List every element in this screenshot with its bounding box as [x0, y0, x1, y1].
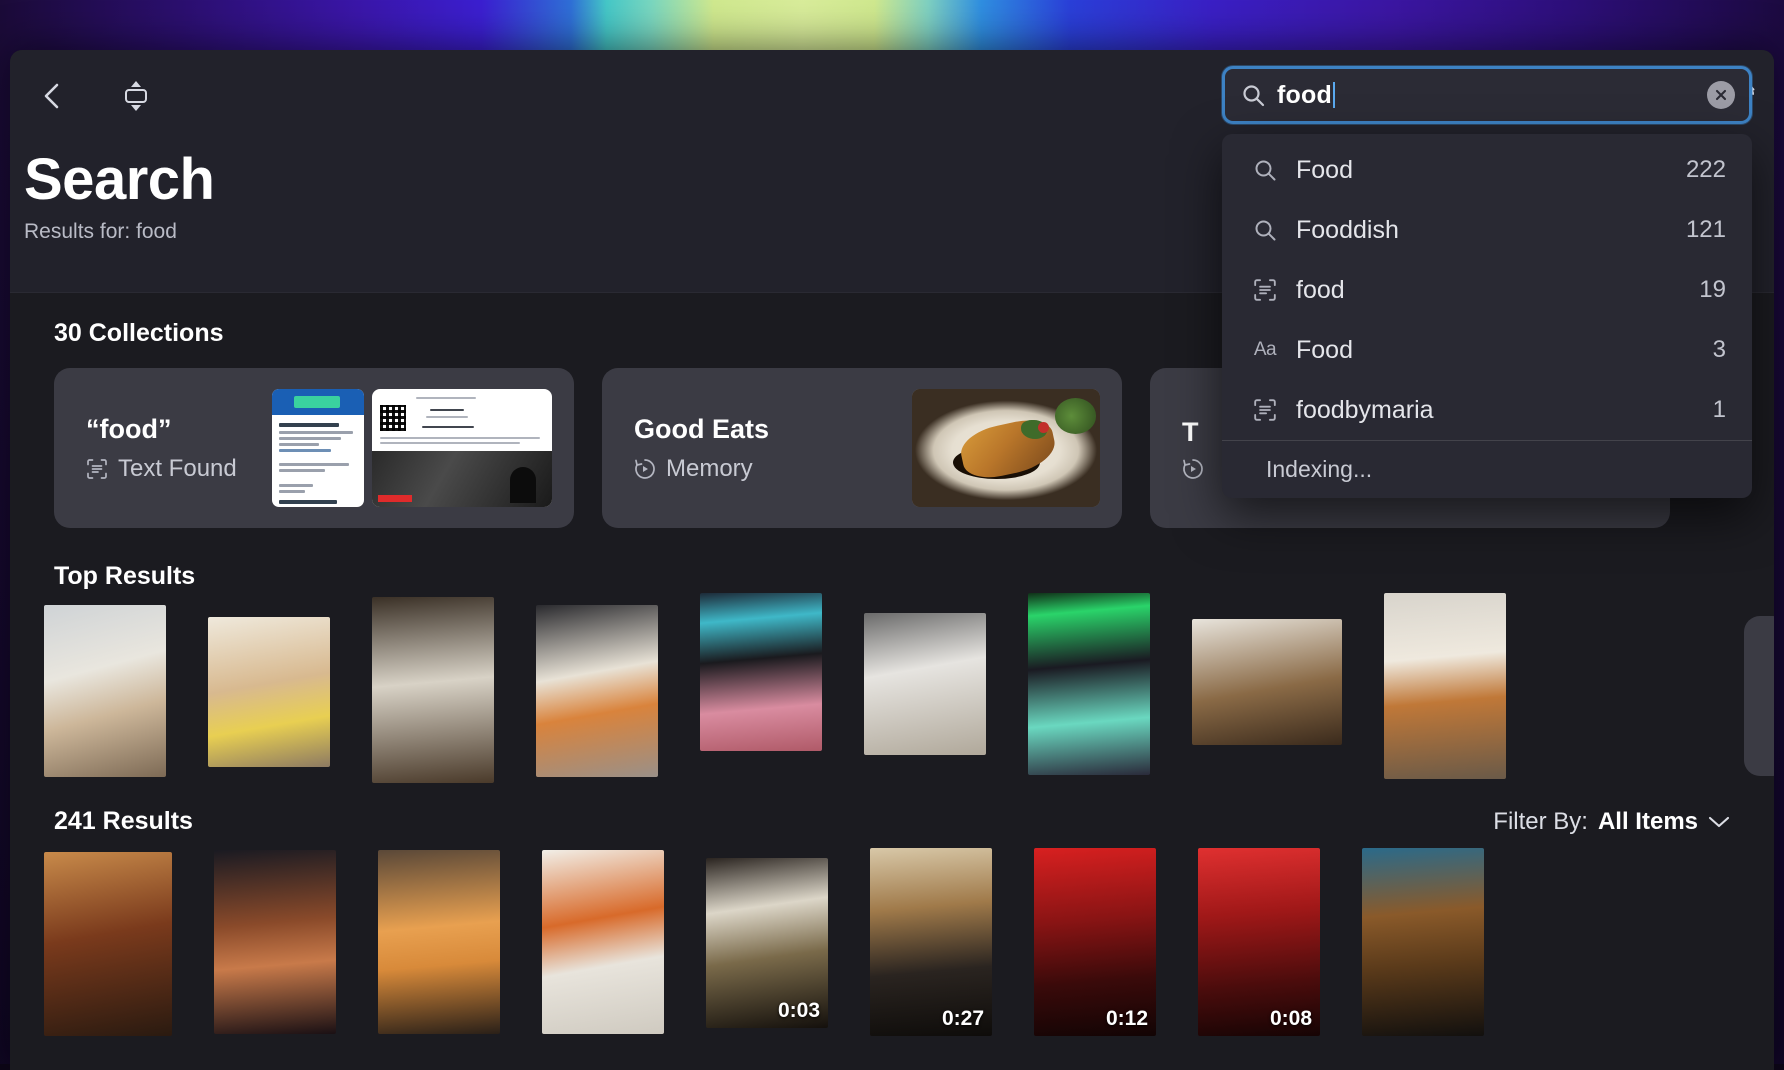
- top-result-thumbnail[interactable]: [864, 613, 986, 755]
- collection-card-subtitle-row: Text Found: [86, 455, 272, 483]
- top-result-thumbnail[interactable]: [700, 593, 822, 751]
- toolbar-left-group: [32, 76, 156, 116]
- collection-card-subtitle: Text Found: [118, 455, 237, 483]
- result-thumbnail[interactable]: [542, 850, 664, 1034]
- collection-card-memory[interactable]: Good Eats Memory: [602, 368, 1122, 528]
- indexing-status: Indexing...: [1222, 440, 1752, 498]
- collection-card-text: “food” Text Found: [86, 414, 272, 483]
- collection-card-subtitle: Memory: [666, 455, 753, 483]
- filter-by-dropdown[interactable]: Filter By: All Items: [1493, 808, 1730, 836]
- results-heading: 241 Results: [54, 807, 193, 836]
- suggestion-item[interactable]: Food 222: [1222, 140, 1752, 200]
- suggestion-item[interactable]: Fooddish 121: [1222, 200, 1752, 260]
- filter-by-label: Filter By:: [1493, 808, 1588, 836]
- aa-text-icon: Aa: [1252, 337, 1278, 363]
- back-icon[interactable]: [32, 76, 72, 116]
- result-thumbnail[interactable]: 0:03: [706, 858, 828, 1028]
- suggestion-label: foodbymaria: [1296, 396, 1695, 425]
- suggestion-count: 19: [1699, 276, 1726, 304]
- collection-card-edge-partial[interactable]: [1744, 616, 1774, 776]
- top-result-thumbnail[interactable]: [1192, 619, 1342, 745]
- collection-thumbnails: [912, 389, 1100, 507]
- collection-card-title: “food”: [86, 414, 272, 445]
- chevron-down-icon: [1708, 815, 1730, 829]
- top-results-heading: Top Results: [10, 528, 1774, 591]
- memory-icon: [1182, 458, 1204, 480]
- collection-thumbnails: [272, 389, 552, 507]
- text-scan-icon: [86, 458, 108, 480]
- results-header: 241 Results Filter By: All Items: [10, 783, 1774, 836]
- suggestion-item[interactable]: foodbymaria 1: [1222, 380, 1752, 440]
- collection-thumbnail: [272, 389, 364, 507]
- text-caret: [1333, 82, 1335, 108]
- top-result-thumbnail[interactable]: [44, 605, 166, 777]
- result-thumbnail[interactable]: 0:08: [1198, 848, 1320, 1036]
- search-input[interactable]: food: [1222, 66, 1752, 124]
- result-thumbnail[interactable]: [214, 850, 336, 1034]
- search-box: food: [1222, 66, 1752, 124]
- video-duration-badge: 0:08: [1270, 1007, 1312, 1031]
- video-duration-badge: 0:27: [942, 1007, 984, 1031]
- suggestion-count: 1: [1713, 396, 1726, 424]
- all-results-row: 0:03 0:27 0:12 0:08: [10, 836, 1774, 1036]
- suggestion-count: 3: [1713, 336, 1726, 364]
- top-result-thumbnail[interactable]: [1028, 593, 1150, 775]
- top-result-thumbnail[interactable]: [1384, 593, 1506, 779]
- search-icon: [1252, 217, 1278, 243]
- search-suggestions-dropdown: Food 222 Fooddish 121 food 19 Aa Food: [1222, 134, 1752, 498]
- collection-thumbnail: [372, 389, 552, 507]
- text-scan-icon: [1252, 397, 1278, 423]
- search-icon: [1252, 157, 1278, 183]
- suggestion-count: 121: [1686, 216, 1726, 244]
- search-input-value: food: [1277, 81, 1695, 110]
- photos-app-window: food Search Results for: food 30 Collect…: [10, 50, 1774, 1070]
- search-icon: [1241, 83, 1265, 107]
- video-duration-badge: 0:03: [778, 999, 820, 1023]
- suggestion-item[interactable]: Aa Food 3: [1222, 320, 1752, 380]
- result-thumbnail[interactable]: [44, 852, 172, 1036]
- collection-card-text-found[interactable]: “food” Text Found: [54, 368, 574, 528]
- result-thumbnail[interactable]: [1362, 848, 1484, 1036]
- resize-window-icon[interactable]: [116, 76, 156, 116]
- top-result-thumbnail[interactable]: [208, 617, 330, 767]
- collection-card-subtitle-row: Memory: [634, 455, 912, 483]
- suggestion-item[interactable]: food 19: [1222, 260, 1752, 320]
- filter-by-value: All Items: [1598, 808, 1698, 836]
- collection-card-title: Good Eats: [634, 414, 912, 445]
- top-result-thumbnail[interactable]: [372, 597, 494, 783]
- memory-icon: [634, 458, 656, 480]
- suggestion-label: Food: [1296, 156, 1668, 185]
- video-duration-badge: 0:12: [1106, 1007, 1148, 1031]
- suggestion-label: food: [1296, 276, 1681, 305]
- result-thumbnail[interactable]: 0:12: [1034, 848, 1156, 1036]
- suggestion-label: Fooddish: [1296, 216, 1668, 245]
- top-result-thumbnail[interactable]: [536, 605, 658, 777]
- suggestion-label: Food: [1296, 336, 1695, 365]
- text-scan-icon: [1252, 277, 1278, 303]
- top-results-row: [10, 591, 1774, 783]
- suggestion-count: 222: [1686, 156, 1726, 184]
- result-thumbnail[interactable]: [378, 850, 500, 1034]
- collection-card-text: Good Eats Memory: [634, 414, 912, 483]
- collection-thumbnail: [912, 389, 1100, 507]
- clear-search-icon[interactable]: [1707, 81, 1735, 109]
- result-thumbnail[interactable]: 0:27: [870, 848, 992, 1036]
